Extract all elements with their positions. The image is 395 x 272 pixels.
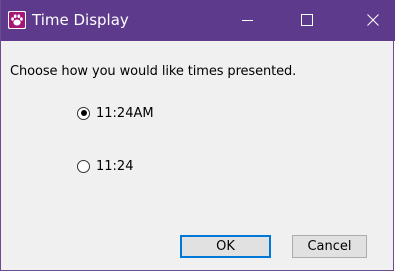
radio-option-24h[interactable]: 11:24 (77, 157, 133, 175)
prompt-text: Choose how you would like times presente… (10, 64, 297, 79)
radio-label-24h[interactable]: 11:24 (96, 159, 133, 174)
time-display-dialog: Time Display Choose how you would like t… (0, 0, 395, 271)
cancel-button[interactable]: Cancel (292, 235, 367, 258)
window-title: Time Display (32, 11, 129, 29)
close-icon (367, 14, 379, 26)
ok-button[interactable]: OK (180, 235, 271, 258)
maximize-icon (301, 14, 313, 26)
radio-button-24h[interactable] (77, 159, 90, 173)
title-bar[interactable]: Time Display (1, 0, 395, 41)
radio-button-ampm[interactable] (77, 106, 90, 120)
radio-label-ampm[interactable]: 11:24AM (96, 106, 154, 121)
maximize-button[interactable] (284, 0, 330, 41)
close-button[interactable] (350, 0, 395, 41)
minimize-icon (242, 20, 253, 21)
paw-icon (8, 11, 26, 29)
radio-option-ampm[interactable]: 11:24AM (77, 104, 154, 122)
minimize-button[interactable] (224, 0, 270, 41)
